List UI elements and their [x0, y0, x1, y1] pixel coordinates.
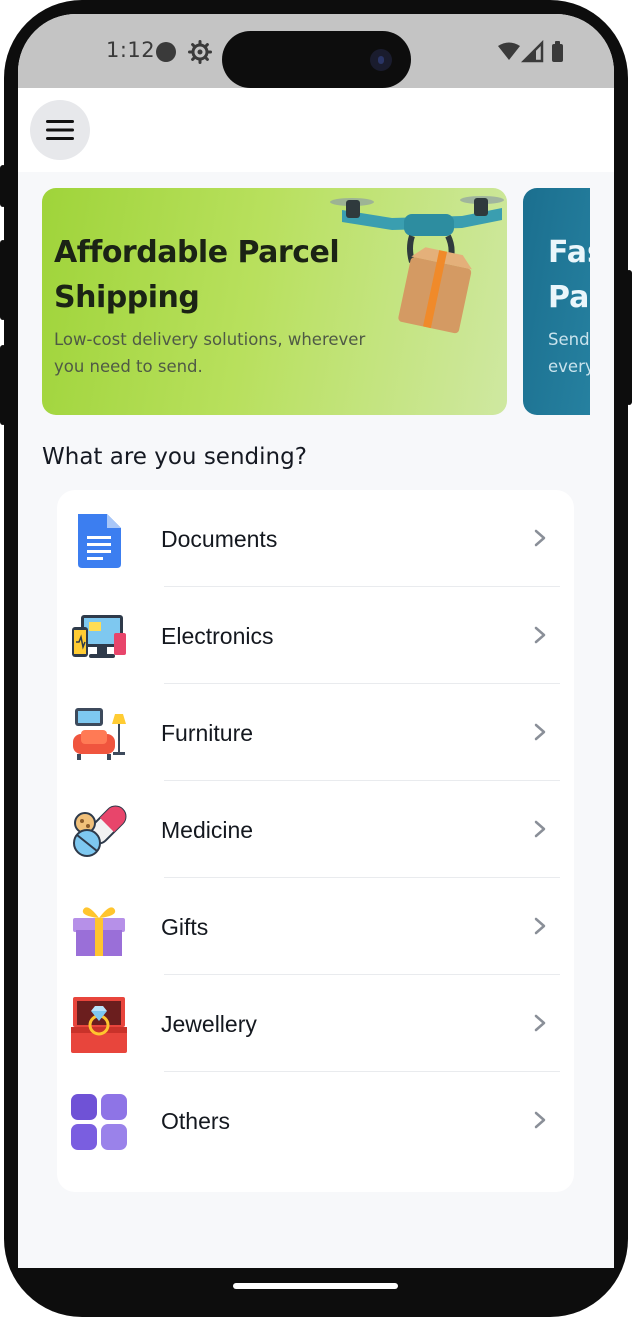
- category-row-furniture[interactable]: Furniture: [57, 684, 574, 781]
- status-time: 1:12: [106, 38, 156, 62]
- category-label: Documents: [161, 526, 278, 552]
- category-row-documents[interactable]: Documents: [57, 490, 574, 587]
- category-row-electronics[interactable]: Electronics: [57, 587, 574, 684]
- category-label: Medicine: [161, 817, 254, 843]
- front-camera-icon: [370, 49, 392, 71]
- home-indicator[interactable]: [233, 1283, 398, 1289]
- section-title: What are you sending?: [42, 444, 307, 470]
- chevron-right-icon: [534, 529, 546, 547]
- banner2-title-line2: Par: [548, 280, 590, 315]
- top-app-bar: [18, 88, 614, 172]
- status-bar: 1:12: [18, 14, 614, 88]
- banner2-subtitle-line2: every: [548, 357, 590, 376]
- record-dot-icon: [156, 42, 176, 62]
- banner2-subtitle-line1: Send: [548, 330, 590, 349]
- phone-screen: 1:12 Affordable Parcel Shipping Low-cost…: [18, 14, 614, 1268]
- settings-gear-icon: [188, 40, 212, 64]
- category-row-medicine[interactable]: Medicine: [57, 781, 574, 878]
- category-label: Electronics: [161, 623, 274, 649]
- document-icon: [78, 514, 121, 568]
- promo-banner-affordable[interactable]: Affordable Parcel Shipping Low-cost deli…: [42, 188, 507, 415]
- category-row-gifts[interactable]: Gifts: [57, 878, 574, 975]
- chevron-right-icon: [534, 1111, 546, 1129]
- category-label: Others: [161, 1108, 231, 1134]
- furniture-icon: [73, 708, 126, 760]
- hamburger-menu-icon: [46, 120, 74, 140]
- banner2-title: Fas Par: [548, 230, 590, 320]
- menu-button[interactable]: [30, 100, 90, 160]
- electronics-icon: [72, 615, 126, 658]
- promo-banner-fast[interactable]: Fas Par Send every: [523, 188, 590, 415]
- category-label: Gifts: [161, 914, 209, 940]
- side-button-left-2: [0, 240, 6, 320]
- chevron-right-icon: [534, 723, 546, 741]
- gift-icon: [73, 907, 125, 956]
- category-list: Documents Electronics Furniture Medicine…: [57, 490, 574, 1192]
- status-indicators: [498, 40, 563, 63]
- others-grid-icon: [71, 1094, 127, 1150]
- medicine-icon: [73, 805, 127, 857]
- chevron-right-icon: [534, 917, 546, 935]
- drone-parcel-icon: [330, 196, 504, 334]
- category-row-jewellery[interactable]: Jewellery: [57, 975, 574, 1072]
- battery-icon: [552, 44, 563, 62]
- banner-title: Affordable Parcel Shipping: [54, 235, 340, 315]
- category-label: Furniture: [161, 720, 254, 746]
- chevron-right-icon: [534, 820, 546, 838]
- wifi-icon: [498, 42, 520, 60]
- banner2-subtitle: Send every: [548, 326, 590, 380]
- promo-carousel[interactable]: Affordable Parcel Shipping Low-cost deli…: [42, 188, 590, 416]
- chevron-right-icon: [534, 626, 546, 644]
- jewellery-icon: [71, 997, 127, 1053]
- dynamic-island: [222, 31, 411, 88]
- side-button-right: [626, 270, 632, 405]
- category-row-others[interactable]: Others: [57, 1072, 574, 1169]
- side-button-left-1: [0, 165, 6, 207]
- banner2-title-line1: Fas: [548, 235, 590, 270]
- side-button-left-3: [0, 345, 6, 425]
- main-content: Affordable Parcel Shipping Low-cost deli…: [18, 172, 614, 1268]
- chevron-right-icon: [534, 1014, 546, 1032]
- category-label: Jewellery: [161, 1011, 257, 1037]
